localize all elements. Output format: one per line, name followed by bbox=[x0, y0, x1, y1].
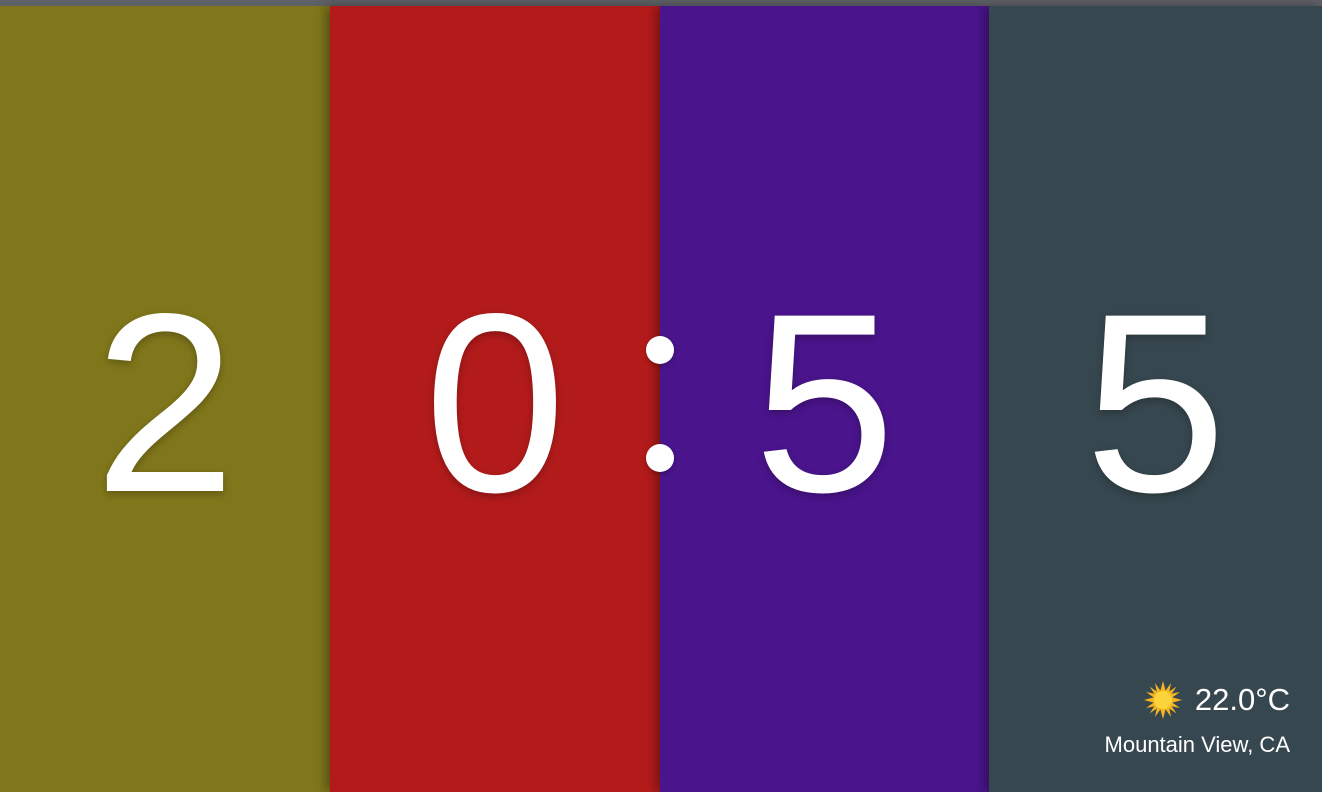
weather-row: 22.0°C bbox=[1105, 680, 1290, 720]
separator-dot-top bbox=[646, 336, 674, 364]
hour-tens-panel: 2 bbox=[0, 6, 330, 792]
location-label: Mountain View, CA bbox=[1104, 732, 1290, 757]
sun-icon bbox=[1143, 681, 1182, 719]
minute-tens-panel: 5 bbox=[660, 6, 989, 792]
minute-tens-digit: 5 bbox=[753, 261, 896, 546]
minute-ones-digit: 5 bbox=[1084, 261, 1227, 546]
weather-widget: 22.0°C Mountain View, CA bbox=[1105, 680, 1290, 758]
time-separator bbox=[640, 336, 680, 476]
hour-ones-panel: 0 bbox=[330, 6, 660, 792]
temperature-label: 22.0°C bbox=[1194, 682, 1290, 717]
separator-dot-bottom bbox=[646, 444, 674, 472]
clock-display: 2 0 5 5 22.0°C Mountain View, CA bbox=[0, 6, 1322, 792]
hour-ones-digit: 0 bbox=[424, 261, 566, 546]
minute-ones-panel: 5 bbox=[989, 6, 1322, 792]
hour-tens-digit: 2 bbox=[94, 261, 236, 546]
